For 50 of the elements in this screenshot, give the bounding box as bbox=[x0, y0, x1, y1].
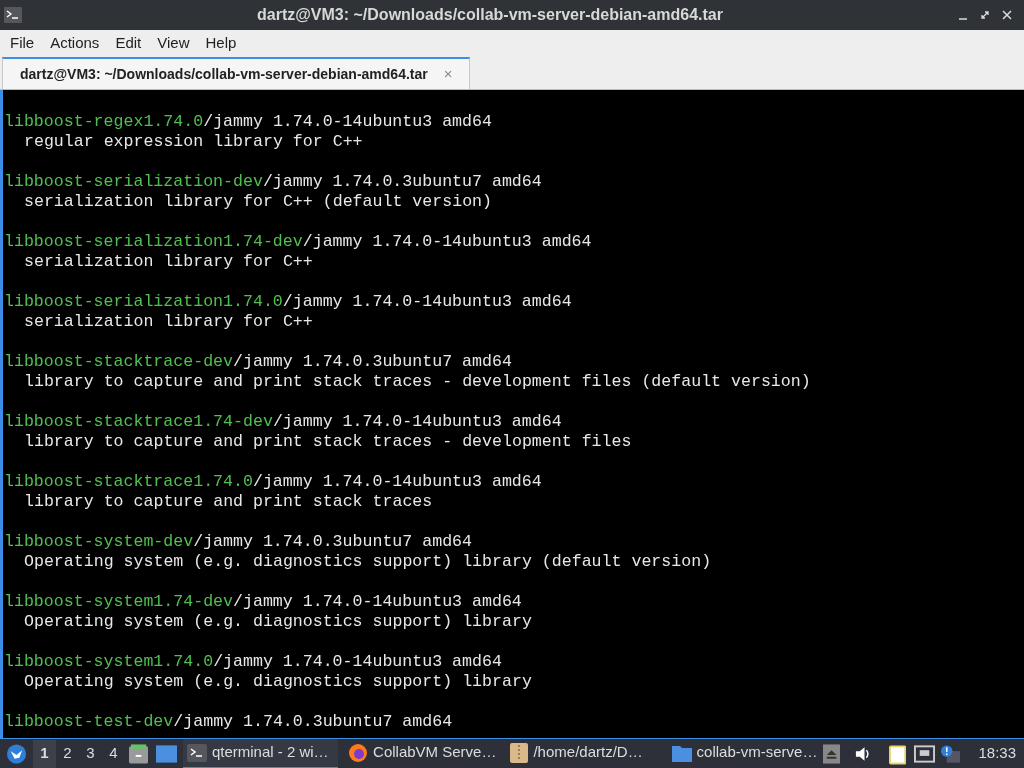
menu-item[interactable]: File bbox=[2, 31, 43, 55]
file-cabinet-icon[interactable] bbox=[128, 743, 148, 764]
notification-icon[interactable] bbox=[941, 744, 961, 763]
package-line: libboost-system1.74-dev/jammy 1.74.0-14ubuntu3 amd64 bbox=[4, 592, 523, 612]
network-icon[interactable] bbox=[914, 744, 936, 763]
package-line: libboost-regex1.74.0/jammy 1.74.0-14ubuntu3 amd64 bbox=[4, 112, 493, 132]
desktop-icon[interactable] bbox=[155, 744, 177, 763]
terminal-icon bbox=[4, 7, 22, 23]
archive-icon bbox=[510, 742, 529, 763]
package-line: libboost-stacktrace-dev/jammy 1.74.0.3ubuntu7 amd64 bbox=[4, 352, 513, 372]
package-description: serialization library for C++ bbox=[23, 312, 314, 332]
taskbar-task[interactable]: CollabVM Serve… bbox=[344, 738, 501, 768]
terminal-icon bbox=[186, 743, 207, 762]
terminal-tab[interactable]: dartz@VM3: ~/Downloads/collab-vm-server-debian-amd64.tar × bbox=[2, 57, 471, 89]
package-line: libboost-test-dev/jammy 1.74.0.3ubuntu7 amd64 bbox=[4, 712, 454, 732]
package-description: serialization library for C++ bbox=[23, 252, 314, 272]
package-line: libboost-stacktrace1.74.0/jammy 1.74.0-14ubuntu3 amd64 bbox=[4, 472, 543, 492]
workspace-button[interactable]: 2 bbox=[55, 739, 79, 768]
menu-item[interactable]: Actions bbox=[42, 31, 108, 55]
package-description: Operating system (e.g. diagnostics support) library bbox=[23, 612, 533, 632]
package-description: Operating system (e.g. diagnostics support) library bbox=[23, 672, 533, 692]
window-title: dartz@VM3: ~/Downloads/collab-vm-server-debian-amd64.tar bbox=[256, 5, 724, 25]
package-description: library to capture and print stack traces - development files bbox=[23, 432, 633, 452]
taskbar-task[interactable]: /home/dartz/D… bbox=[506, 738, 662, 768]
clock: 18:33 bbox=[978, 743, 1017, 764]
taskbar-task[interactable]: qterminal - 2 wi… bbox=[182, 738, 339, 768]
menu-item[interactable]: Edit bbox=[107, 31, 150, 55]
package-description: library to capture and print stack traces - development files (default version) bbox=[23, 372, 812, 392]
close-icon[interactable] bbox=[1002, 10, 1012, 20]
folder-icon bbox=[671, 743, 692, 762]
workspace-button[interactable]: 1 bbox=[33, 739, 56, 768]
maximize-icon[interactable] bbox=[980, 10, 990, 20]
package-description: Operating system (e.g. diagnostics support) library (default version) bbox=[23, 552, 713, 572]
package-line: libboost-serialization1.74.0/jammy 1.74.0-14ubuntu3 amd64 bbox=[4, 292, 573, 312]
package-description: serialization library for C++ (default version) bbox=[23, 192, 494, 212]
package-line: libboost-stacktrace1.74-dev/jammy 1.74.0-14ubuntu3 amd64 bbox=[4, 412, 563, 432]
package-line: libboost-serialization1.74-dev/jammy 1.74.0-14ubuntu3 amd64 bbox=[4, 232, 593, 252]
menu-item[interactable]: View bbox=[149, 31, 198, 55]
package-description: library to capture and print stack traces bbox=[23, 492, 434, 512]
workspace-button[interactable]: 4 bbox=[101, 739, 125, 768]
taskbar-task[interactable]: collab-vm-serve… bbox=[667, 738, 823, 768]
browser-icon bbox=[348, 742, 369, 763]
package-line: libboost-serialization-dev/jammy 1.74.0.3ubuntu7 amd64 bbox=[4, 172, 543, 192]
menu-item[interactable]: Help bbox=[197, 31, 245, 55]
package-line: libboost-system1.74.0/jammy 1.74.0-14ubuntu3 amd64 bbox=[4, 652, 503, 672]
eject-icon[interactable] bbox=[822, 743, 840, 764]
package-line: libboost-system-dev/jammy 1.74.0.3ubuntu7 amd64 bbox=[4, 532, 474, 552]
package-description: regular expression library for C++ bbox=[23, 132, 364, 152]
workspace-button[interactable]: 3 bbox=[78, 739, 102, 768]
clipboard-icon[interactable] bbox=[889, 742, 907, 765]
